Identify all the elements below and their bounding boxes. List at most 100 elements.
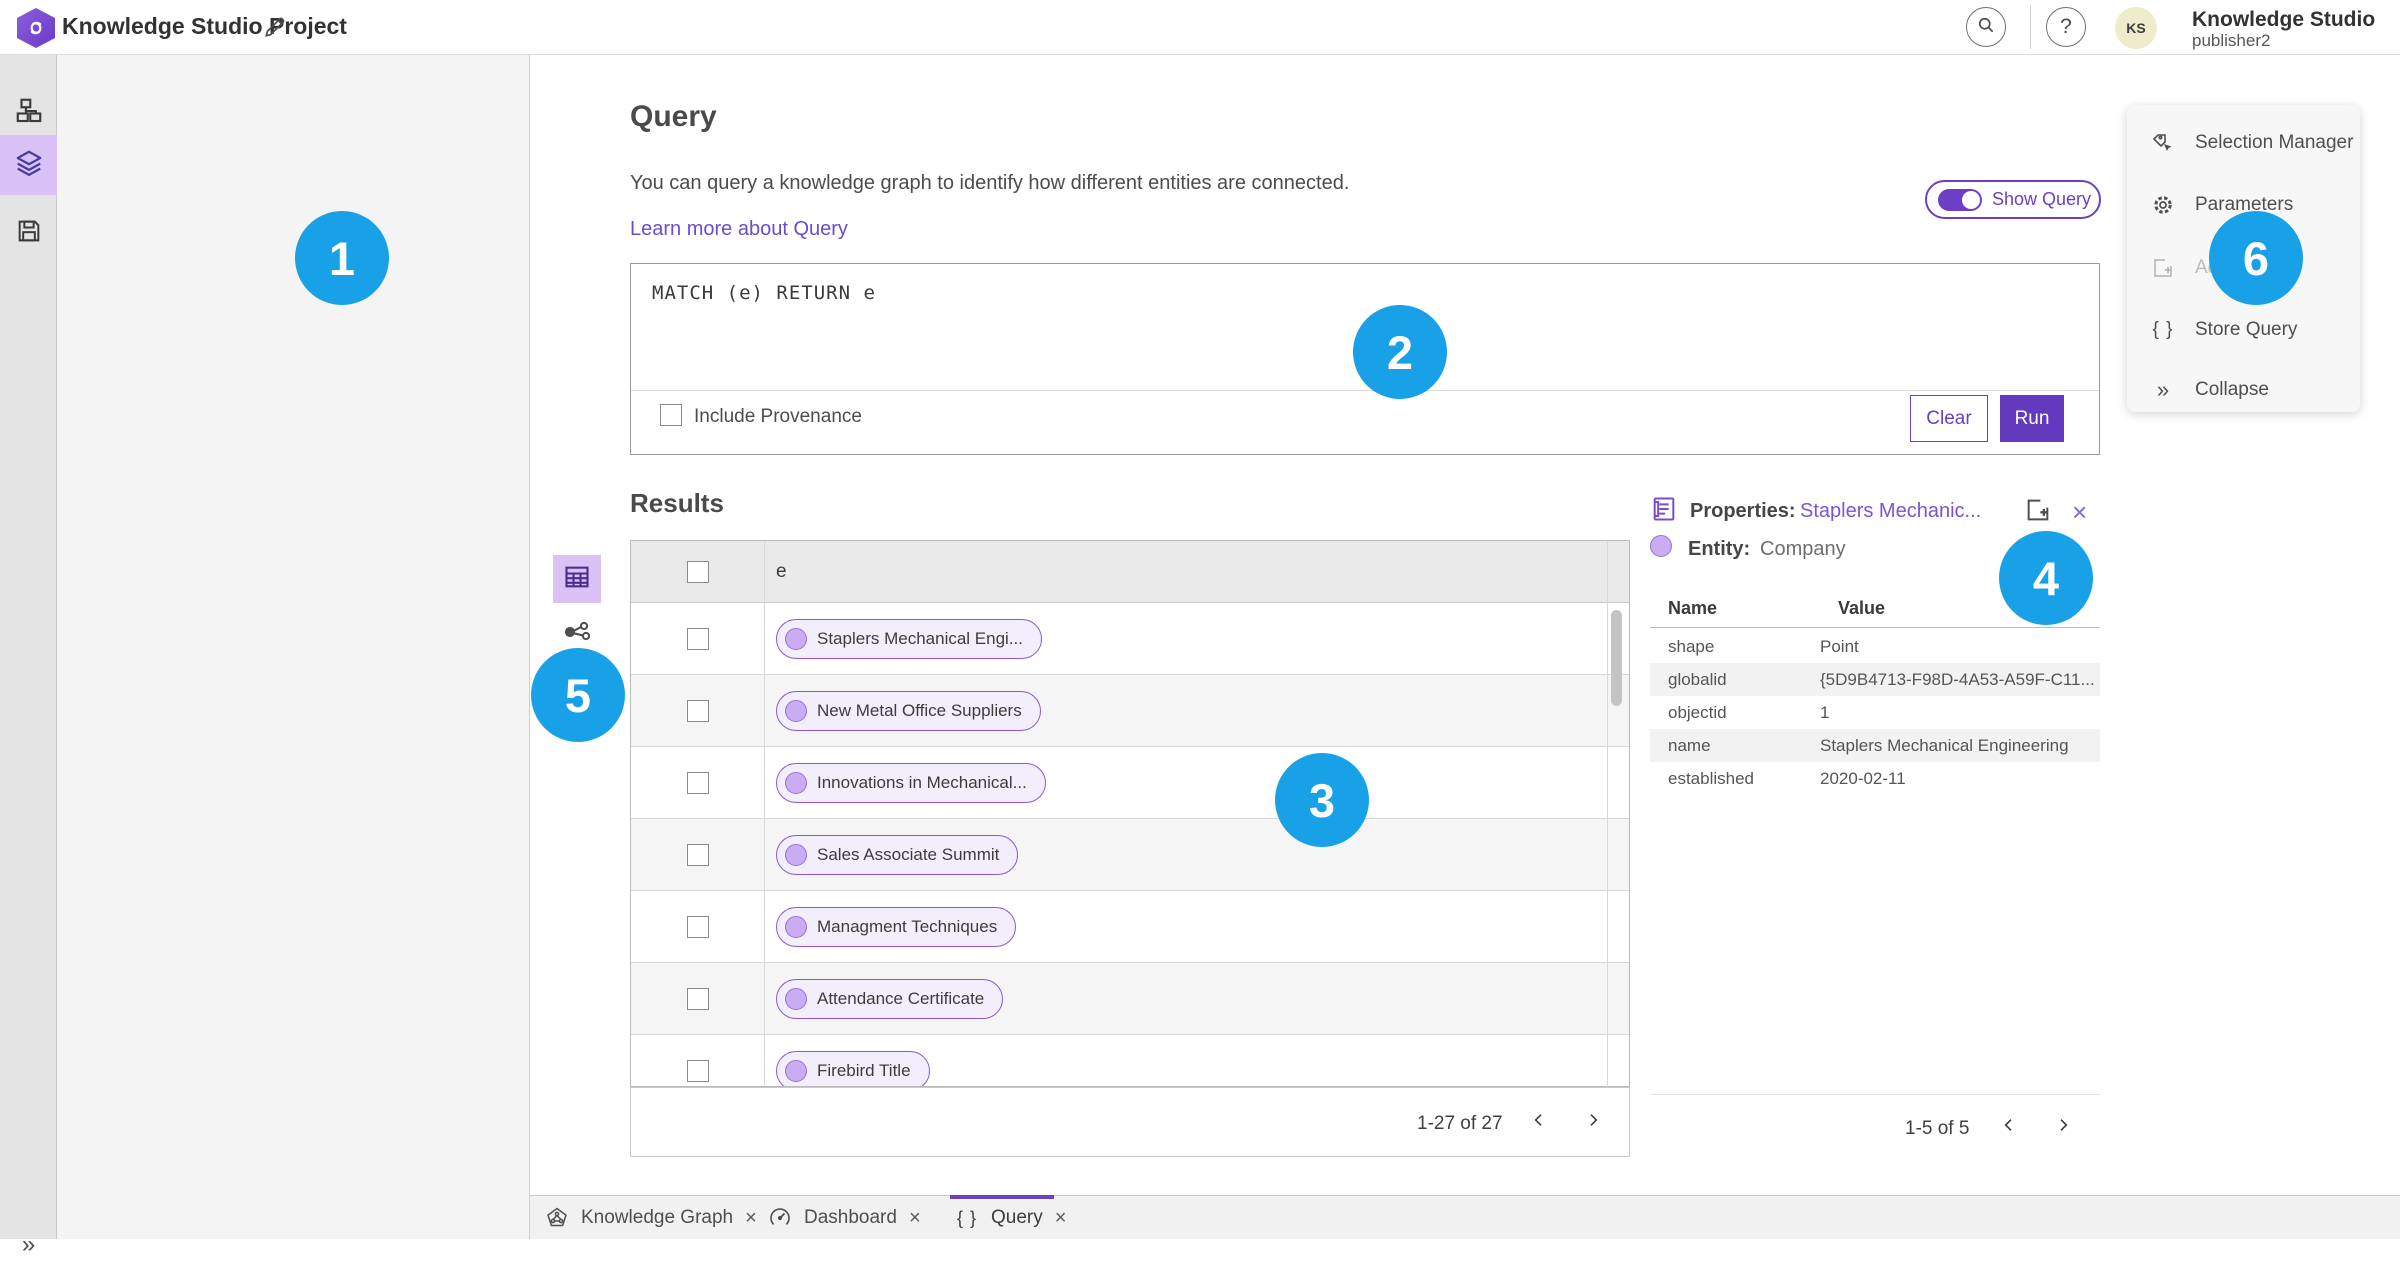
active-tab-indicator: [950, 1195, 1054, 1199]
select-all-checkbox[interactable]: [687, 560, 709, 583]
top-header: Knowledge Studio Project ? KS Knowledge …: [0, 0, 2400, 55]
sidebar-item-data-model[interactable]: [0, 83, 57, 143]
next-page-button[interactable]: [1576, 1105, 1610, 1139]
expand-panel-button[interactable]: »: [0, 1215, 57, 1275]
help-button[interactable]: ?: [2046, 7, 2086, 47]
table-row[interactable]: Firebird Title: [631, 1035, 1629, 1086]
properties-label: Properties:: [1690, 500, 1796, 522]
prop-prev-page-button[interactable]: [1992, 1110, 2026, 1144]
sidebar-item-save[interactable]: [0, 203, 57, 263]
entity-pill[interactable]: Attendance Certificate: [776, 978, 1004, 1019]
prop-footer-rule: [1650, 1094, 2100, 1095]
show-query-toggle[interactable]: Show Query: [1925, 180, 2101, 219]
step-badge-1: 1: [295, 211, 389, 305]
table-view-button[interactable]: [553, 555, 601, 603]
menu-item-collapse[interactable]: » Collapse: [2127, 370, 2360, 410]
row-checkbox[interactable]: [687, 627, 709, 650]
entity-dot: [785, 915, 807, 938]
save-icon: [15, 217, 43, 250]
table-row[interactable]: New Metal Office Suppliers: [631, 675, 1629, 747]
menu-item-selection-manager[interactable]: Selection Manager: [2127, 123, 2360, 163]
table-row[interactable]: Managment Techniques: [631, 891, 1629, 963]
link-chart-view-button[interactable]: [562, 616, 594, 648]
show-query-label: Show Query: [1992, 189, 2092, 209]
prev-page-button[interactable]: [1522, 1105, 1556, 1139]
layers-icon: [14, 148, 44, 183]
properties-pagination: 1-5 of 5: [1905, 1118, 1970, 1139]
double-chevron-right-icon: »: [2156, 377, 2170, 402]
knowledge-graph-icon: [545, 1206, 569, 1230]
bottom-tab-bar: Knowledge Graph × Dashboard × { } Query …: [530, 1195, 2400, 1239]
query-contents-panel: [57, 55, 530, 1239]
prop-row: objectid 1: [1668, 702, 1830, 722]
chevron-right-icon: [1585, 1112, 1601, 1133]
search-button[interactable]: [1966, 7, 2006, 47]
row-checkbox[interactable]: [687, 915, 709, 938]
toggle-knob: [1962, 190, 1980, 209]
learn-more-link[interactable]: Learn more about Query: [630, 218, 848, 241]
app-logo-icon[interactable]: [17, 8, 55, 48]
sidebar-item-layers-active[interactable]: [0, 135, 57, 195]
prop-row: globalid {5D9B4713-F98D-4A53-A59F-C11...: [1650, 663, 2100, 696]
entity-pill[interactable]: Staplers Mechanical Engi...: [776, 618, 1042, 659]
query-heading: Query: [630, 100, 717, 133]
scrollbar-track: [1607, 541, 1608, 1087]
properties-icon: [1650, 495, 1678, 528]
toggle-switch[interactable]: [1938, 188, 1982, 211]
entity-pill[interactable]: Sales Associate Summit: [776, 834, 1019, 875]
scrollbar-thumb[interactable]: [1611, 610, 1622, 706]
menu-item-store-query[interactable]: { } Store Query: [2127, 310, 2360, 350]
add-to-new-icon[interactable]: [2024, 496, 2052, 529]
entity-dot: [785, 843, 807, 866]
clear-button[interactable]: Clear: [1910, 395, 1988, 442]
tab-knowledge-graph[interactable]: Knowledge Graph ×: [545, 1196, 757, 1240]
user-name[interactable]: Knowledge Studio: [2192, 8, 2375, 32]
selection-manager-icon: [2151, 131, 2175, 155]
step-badge-6: 6: [2209, 211, 2303, 305]
gear-icon: [2151, 193, 2175, 217]
row-checkbox[interactable]: [687, 699, 709, 722]
data-model-icon: [14, 96, 44, 131]
entity-dot: [785, 771, 807, 794]
chevron-left-icon: [1531, 1112, 1547, 1133]
table-row[interactable]: Sales Associate Summit: [631, 819, 1629, 891]
entity-pill[interactable]: Managment Techniques: [776, 906, 1017, 947]
properties-entity-link[interactable]: Staplers Mechanic...: [1800, 500, 1981, 523]
table-row[interactable]: Attendance Certificate: [631, 963, 1629, 1035]
table-icon: [563, 563, 591, 596]
entity-pill[interactable]: New Metal Office Suppliers: [776, 690, 1041, 731]
avatar[interactable]: KS: [2115, 7, 2157, 49]
query-code-text[interactable]: MATCH (e) RETURN e: [652, 282, 876, 304]
close-properties-icon[interactable]: ×: [2072, 497, 2087, 528]
row-checkbox[interactable]: [687, 771, 709, 794]
include-provenance-checkbox[interactable]: [660, 404, 682, 426]
table-row[interactable]: Staplers Mechanical Engi...: [631, 603, 1629, 675]
tab-query-active[interactable]: { } Query ×: [955, 1196, 1066, 1240]
add-to-new-icon: [2151, 256, 2175, 280]
row-checkbox[interactable]: [687, 987, 709, 1010]
close-tab-icon[interactable]: ×: [909, 1207, 921, 1230]
question-icon: ?: [2060, 15, 2072, 38]
row-checkbox[interactable]: [687, 1059, 709, 1082]
query-description: You can query a knowledge graph to ident…: [630, 172, 1350, 194]
column-divider: [764, 541, 765, 602]
step-badge-5: 5: [531, 648, 625, 742]
run-button[interactable]: Run: [2000, 395, 2064, 442]
table-row[interactable]: Innovations in Mechanical...: [631, 747, 1629, 819]
close-tab-icon[interactable]: ×: [745, 1207, 757, 1230]
prop-row: shape Point: [1668, 636, 1859, 656]
editor-divider: [631, 390, 2099, 391]
entity-type-dot: [1650, 535, 1672, 557]
prop-next-page-button[interactable]: [2046, 1110, 2080, 1144]
row-checkbox[interactable]: [687, 843, 709, 866]
close-tab-icon[interactable]: ×: [1055, 1207, 1067, 1230]
step-badge-3: 3: [1275, 753, 1369, 847]
tab-dashboard[interactable]: Dashboard ×: [768, 1196, 921, 1240]
entity-pill[interactable]: Firebird Title: [776, 1050, 930, 1086]
page-title: Knowledge Studio Project: [62, 13, 347, 39]
column-header-e[interactable]: e: [776, 561, 787, 583]
header-divider: [2030, 6, 2031, 49]
results-table-header: e: [631, 541, 1629, 603]
edit-title-icon[interactable]: [262, 14, 288, 45]
entity-pill[interactable]: Innovations in Mechanical...: [776, 762, 1046, 803]
